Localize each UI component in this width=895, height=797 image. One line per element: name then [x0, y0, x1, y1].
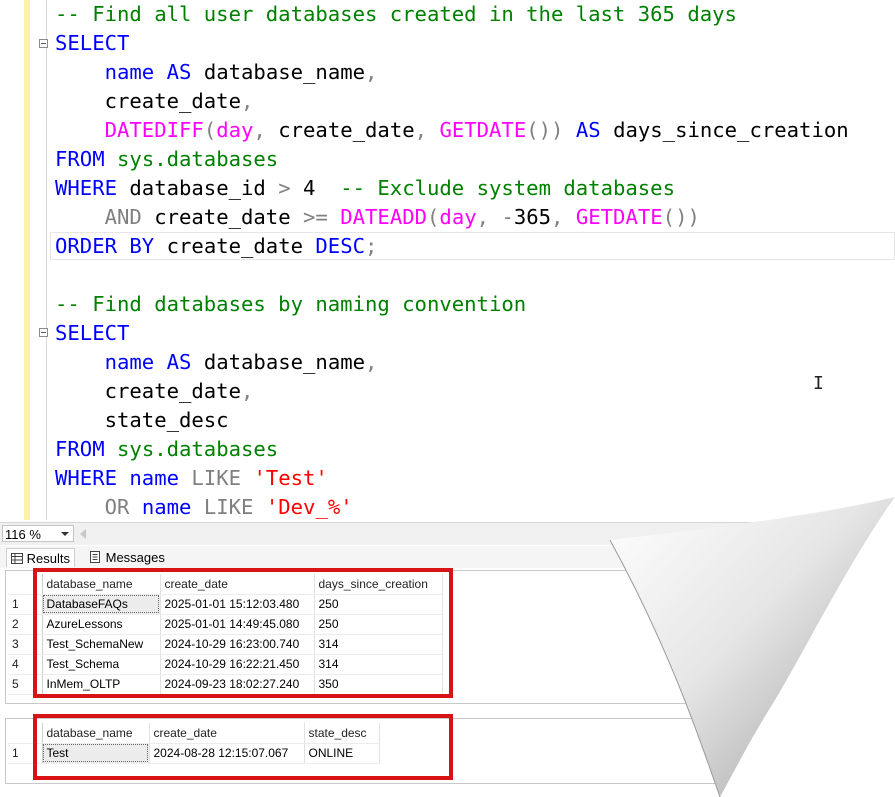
- code-line-4: create_date,: [55, 89, 254, 113]
- chevron-down-icon: [61, 532, 69, 536]
- code-line-13: name AS database_name,: [104, 350, 378, 374]
- code-line-17: WHERE name LIKE 'Test': [55, 466, 328, 490]
- tab-results[interactable]: Results: [6, 548, 75, 567]
- code-line-16: FROM sys.databases: [55, 437, 279, 461]
- code-line-11: -- Find databases by naming convention: [55, 292, 527, 316]
- highlight-box-grid1: [33, 568, 453, 698]
- scroll-left-icon[interactable]: [80, 529, 86, 539]
- collapse-icon[interactable]: [39, 328, 48, 337]
- code-line-3: name AS database_name,: [104, 60, 378, 84]
- code-line-7: WHERE database_id > 4 -- Exclude system …: [55, 176, 675, 200]
- code-line-9: ORDER BY create_date DESC;: [55, 234, 378, 258]
- zoom-bar: 116 %: [0, 522, 895, 545]
- zoom-dropdown[interactable]: 116 %: [2, 525, 74, 542]
- code-line-18: OR name LIKE 'Dev_%': [104, 495, 353, 519]
- messages-icon: [90, 551, 100, 563]
- tab-messages-label: Messages: [105, 550, 165, 565]
- results-tab-strip: Results Messages: [0, 546, 895, 568]
- code-line-2: SELECT: [55, 31, 130, 55]
- zoom-value: 116 %: [5, 527, 41, 542]
- code-line-12: SELECT: [55, 321, 130, 345]
- results-pane: database_name create_date days_since_cre…: [0, 568, 895, 797]
- code-line-6: FROM sys.databases: [55, 147, 279, 171]
- highlight-box-grid2: [33, 714, 453, 780]
- code-line-1: -- Find all user databases created in th…: [55, 2, 737, 26]
- code-line-8: AND create_date >= DATEADD(day, -365, GE…: [104, 205, 700, 229]
- code-line-15: state_desc: [55, 408, 229, 432]
- code-line-5: DATEDIFF(day, create_date, GETDATE()) AS…: [104, 118, 849, 142]
- editor-gutter-divider: [46, 0, 47, 520]
- code-line-14: create_date,: [55, 379, 254, 403]
- query-editor[interactable]: -- Find all user databases created in th…: [0, 0, 895, 520]
- tab-results-label: Results: [26, 551, 70, 566]
- change-tracking-margin: [24, 0, 30, 520]
- collapse-icon[interactable]: [39, 39, 48, 48]
- tab-messages[interactable]: Messages: [86, 548, 169, 567]
- grid-icon: [11, 553, 23, 564]
- text-cursor-icon: I: [813, 373, 824, 394]
